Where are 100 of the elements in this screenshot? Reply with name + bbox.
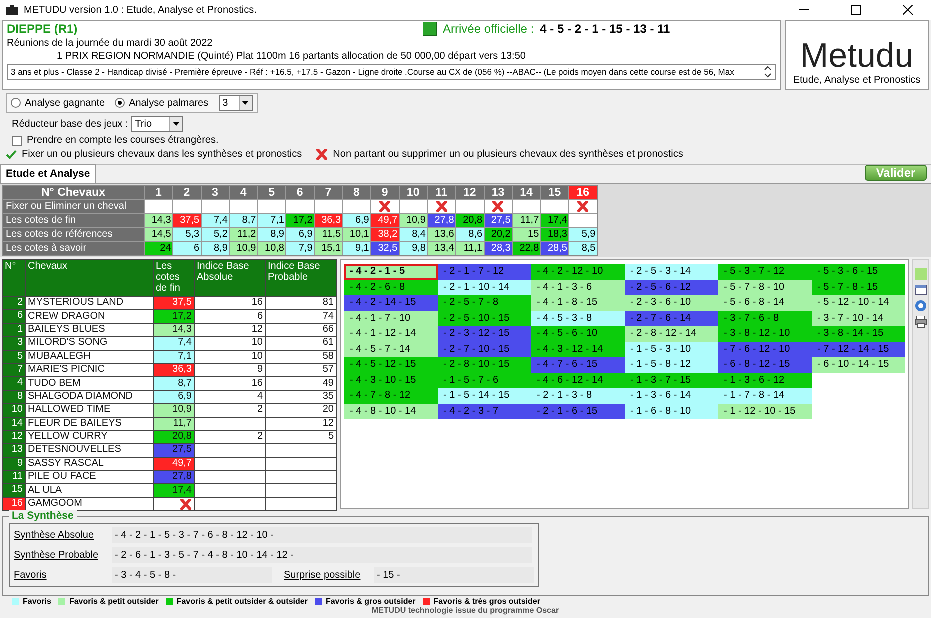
fix-cell[interactable] <box>173 200 201 213</box>
combination-cell[interactable]: - 1 - 5 - 14 - 15 <box>438 388 531 404</box>
combination-cell[interactable]: - 2 - 5 - 10 - 15 <box>438 310 531 326</box>
combination-cell[interactable]: - 4 - 8 - 10 - 14 <box>344 404 438 419</box>
analysis-radio[interactable]: Analyse palmares <box>115 98 209 108</box>
horse-name: AL ULA <box>26 484 153 497</box>
synthesis-value: - 3 - 4 - 5 - 8 - <box>112 567 272 583</box>
odds-cell: 15,1 <box>314 242 342 255</box>
combination-cell[interactable]: - 6 - 8 - 12 - 15 <box>718 357 812 372</box>
fix-cell[interactable] <box>541 200 568 213</box>
combination-cell[interactable]: - 3 - 7 - 10 - 14 <box>812 310 905 326</box>
foreign-checkbox[interactable] <box>12 136 22 146</box>
fix-cell[interactable] <box>484 200 512 213</box>
remove-icon <box>180 498 192 510</box>
combination-cell[interactable]: - 2 - 5 - 3 - 14 <box>624 264 718 280</box>
combination-cell[interactable]: - 4 - 6 - 12 - 14 <box>531 372 624 388</box>
fix-cell[interactable] <box>343 200 370 213</box>
window-icon[interactable] <box>914 284 926 296</box>
combination-cell[interactable]: - 3 - 8 - 12 - 10 <box>718 326 812 342</box>
tab[interactable]: Etude et Analyse <box>0 164 96 183</box>
analysis-radio[interactable]: Analyse gagnante <box>11 98 106 108</box>
combination-cell[interactable]: - 5 - 12 - 10 - 14 <box>812 295 905 310</box>
combination-cell[interactable]: - 4 - 3 - 12 - 14 <box>531 342 624 357</box>
combination-cell[interactable]: - 4 - 2 - 3 - 7 <box>438 404 531 419</box>
combination-cell[interactable]: - 1 - 12 - 10 - 15 <box>718 404 812 419</box>
combination-cell[interactable]: - 3 - 8 - 14 - 15 <box>812 326 905 342</box>
print-icon[interactable] <box>914 316 926 328</box>
fix-cell[interactable] <box>569 200 597 213</box>
combination-cell[interactable]: - 2 - 8 - 12 - 14 <box>624 326 718 342</box>
combination-cell[interactable]: - 2 - 1 - 10 - 14 <box>438 280 531 295</box>
fix-cell[interactable] <box>286 200 314 213</box>
odds-cell: 8,9 <box>258 228 286 241</box>
combination-cell[interactable]: - 2 - 5 - 7 - 8 <box>438 295 531 310</box>
combination-cell[interactable]: - 1 - 7 - 8 - 14 <box>718 388 812 404</box>
combination-cell[interactable]: - 2 - 1 - 7 - 12 <box>438 264 531 280</box>
combination-cell[interactable]: - 4 - 1 - 12 - 14 <box>344 326 438 342</box>
combination-cell[interactable]: - 5 - 3 - 6 - 15 <box>812 264 905 280</box>
combination-cell[interactable]: - 2 - 5 - 6 - 12 <box>624 280 718 295</box>
fix-cell[interactable] <box>428 200 456 213</box>
fix-cell[interactable] <box>202 200 229 213</box>
odds-cell: 7,4 <box>154 337 194 350</box>
fix-cell[interactable] <box>371 200 399 213</box>
combination-cell[interactable]: - 1 - 6 - 8 - 10 <box>624 404 718 419</box>
fix-cell[interactable] <box>512 200 540 213</box>
combination-cell[interactable]: - 5 - 3 - 7 - 12 <box>718 264 812 280</box>
combination-cell[interactable]: - 4 - 3 - 10 - 15 <box>344 372 438 388</box>
combination-cell[interactable]: - 4 - 2 - 1 - 5 <box>344 264 438 280</box>
combination-cell[interactable]: - 1 - 5 - 8 - 12 <box>624 357 718 372</box>
combination-cell[interactable]: - 4 - 7 - 8 - 12 <box>344 388 438 404</box>
minimize-icon[interactable] <box>799 9 809 11</box>
reducer-dropdown[interactable]: Trio <box>131 116 184 132</box>
combination-cell[interactable]: - 7 - 6 - 12 - 10 <box>718 342 812 357</box>
combination-cell[interactable]: - 2 - 3 - 6 - 10 <box>624 295 718 310</box>
combination-cell[interactable]: - 4 - 7 - 6 - 15 <box>531 357 624 372</box>
fix-cell[interactable] <box>145 200 172 213</box>
combination-cell[interactable]: - 2 - 7 - 10 - 15 <box>438 342 531 357</box>
horse-number: 6 <box>3 310 25 323</box>
combination-cell[interactable]: - 4 - 2 - 12 - 10 <box>531 264 624 280</box>
table-cell <box>195 418 265 430</box>
combination-cell[interactable]: - 1 - 3 - 6 - 14 <box>624 388 718 404</box>
fix-cell[interactable] <box>314 200 342 213</box>
fix-cell[interactable] <box>258 200 286 213</box>
combination-cell[interactable]: - 7 - 12 - 14 - 15 <box>812 342 905 357</box>
conditions-field[interactable]: 3 ans et plus - Classe 2 - Handicap divisé - Première épreuve - Réf : +16.5, +17.5 - Gazon - Ligne droite .Course au CX de (056 %) --ABAC-- (Le poids moyen dans cette course est de 56, Max <box>7 64 776 80</box>
combination-cell[interactable]: - 4 - 5 - 7 - 14 <box>344 342 438 357</box>
combination-cell[interactable]: - 5 - 6 - 8 - 14 <box>718 295 812 310</box>
help-icon[interactable] <box>914 300 926 312</box>
fix-cell[interactable] <box>400 200 427 213</box>
combination-cell[interactable]: - 2 - 8 - 10 - 15 <box>438 357 531 372</box>
synthesis-title: La Synthèse <box>9 510 77 522</box>
fix-cell[interactable] <box>230 200 258 213</box>
close-icon[interactable] <box>903 5 913 15</box>
combination-cell[interactable]: - 1 - 3 - 6 - 12 <box>718 372 812 388</box>
combination-cell[interactable]: - 1 - 5 - 3 - 10 <box>624 342 718 357</box>
combination-cell[interactable]: - 4 - 5 - 12 - 15 <box>344 357 438 372</box>
maximize-icon[interactable] <box>851 5 861 15</box>
combination-cell[interactable]: - 4 - 1 - 3 - 6 <box>531 280 624 295</box>
fix-cell[interactable] <box>456 200 484 213</box>
table-cell: 16 <box>195 377 265 390</box>
combination-cell[interactable]: - 2 - 7 - 6 - 14 <box>624 310 718 326</box>
combination-cell[interactable]: - 2 - 3 - 12 - 15 <box>438 326 531 342</box>
combination-cell[interactable]: - 4 - 1 - 8 - 15 <box>531 295 624 310</box>
combination-cell[interactable]: - 4 - 2 - 14 - 15 <box>344 295 438 310</box>
combination-cell[interactable]: - 2 - 1 - 3 - 8 <box>531 388 624 404</box>
odds-cell: 27,5 <box>484 214 512 227</box>
combination-cell[interactable]: - 6 - 10 - 14 - 15 <box>812 357 905 372</box>
combination-cell[interactable]: - 5 - 7 - 8 - 10 <box>718 280 812 295</box>
combination-cell[interactable]: - 4 - 5 - 3 - 8 <box>531 310 624 326</box>
combination-cell[interactable]: - 1 - 5 - 7 - 6 <box>438 372 531 388</box>
combination-cell[interactable]: - 3 - 7 - 6 - 8 <box>718 310 812 326</box>
combination-cell[interactable]: - 1 - 3 - 7 - 15 <box>624 372 718 388</box>
date-line: Réunions de la journée du mardi 30 août 2022 <box>7 38 214 49</box>
horse-number: 2 <box>3 297 25 310</box>
combination-cell[interactable]: - 4 - 2 - 6 - 8 <box>344 280 438 295</box>
odds-cell: 7,1 <box>258 214 286 227</box>
combination-cell[interactable]: - 5 - 7 - 8 - 15 <box>812 280 905 295</box>
combination-cell[interactable]: - 2 - 1 - 6 - 15 <box>531 404 624 419</box>
combination-cell[interactable]: - 4 - 5 - 6 - 10 <box>531 326 624 342</box>
combination-cell[interactable]: - 4 - 1 - 7 - 10 <box>344 310 438 326</box>
count-dropdown[interactable]: 3 <box>218 95 253 111</box>
